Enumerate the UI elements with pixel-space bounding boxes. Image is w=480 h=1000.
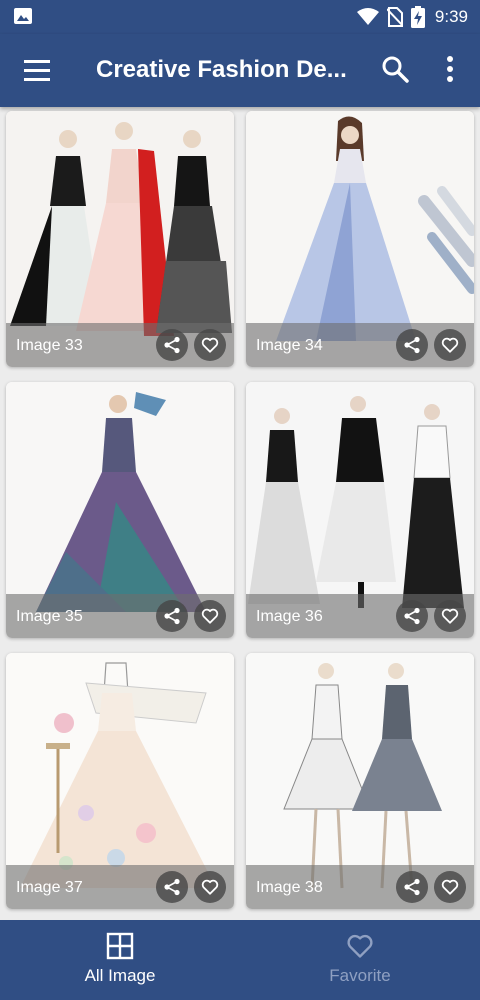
share-button[interactable] xyxy=(396,871,428,903)
app-bar: Creative Fashion De... xyxy=(0,34,480,107)
nav-all-image[interactable]: All Image xyxy=(0,920,240,1000)
battery-charging-icon xyxy=(410,6,425,28)
share-icon xyxy=(164,607,180,625)
share-button[interactable] xyxy=(156,871,188,903)
heart-outline-icon xyxy=(201,879,219,895)
status-bar: 9:39 xyxy=(0,0,480,34)
heart-outline-icon xyxy=(441,608,459,624)
share-button[interactable] xyxy=(156,600,188,632)
share-button[interactable] xyxy=(396,329,428,361)
image-card[interactable]: Image 37 xyxy=(6,653,234,909)
nav-favorite-label: Favorite xyxy=(329,966,391,985)
favorite-button[interactable] xyxy=(434,329,466,361)
status-time: 9:39 xyxy=(434,7,468,26)
image-label: Image 34 xyxy=(256,337,323,354)
wifi-icon xyxy=(356,8,379,25)
heart-outline-icon xyxy=(201,337,219,353)
share-button[interactable] xyxy=(396,600,428,632)
image-grid: Image 33 Image 34 Image 35 Image 36 Imag… xyxy=(0,107,480,920)
search-icon xyxy=(382,56,409,83)
image-label: Image 36 xyxy=(256,608,323,625)
heart-outline-icon xyxy=(441,337,459,353)
more-options-button[interactable] xyxy=(438,54,462,84)
image-card[interactable]: Image 36 xyxy=(246,382,474,638)
search-button[interactable] xyxy=(380,54,410,84)
share-icon xyxy=(164,878,180,896)
bottom-navigation: All Image Favorite xyxy=(0,920,480,1000)
heart-outline-icon xyxy=(441,879,459,895)
image-card[interactable]: Image 33 xyxy=(6,111,234,367)
heart-outline-icon xyxy=(347,934,373,958)
image-card[interactable]: Image 38 xyxy=(246,653,474,909)
no-sim-icon xyxy=(386,7,403,27)
menu-button[interactable] xyxy=(20,54,54,88)
favorite-button[interactable] xyxy=(434,600,466,632)
favorite-button[interactable] xyxy=(434,871,466,903)
menu-icon xyxy=(24,60,50,81)
image-card[interactable]: Image 34 xyxy=(246,111,474,367)
share-icon xyxy=(404,336,420,354)
grid-icon xyxy=(106,932,134,960)
share-button[interactable] xyxy=(156,329,188,361)
favorite-button[interactable] xyxy=(194,329,226,361)
share-icon xyxy=(164,336,180,354)
nav-favorite[interactable]: Favorite xyxy=(240,920,480,1000)
image-label: Image 33 xyxy=(16,337,83,354)
heart-outline-icon xyxy=(201,608,219,624)
image-label: Image 35 xyxy=(16,608,83,625)
image-icon xyxy=(14,8,32,24)
image-card[interactable]: Image 35 xyxy=(6,382,234,638)
app-title: Creative Fashion De... xyxy=(96,56,347,83)
share-icon xyxy=(404,878,420,896)
favorite-button[interactable] xyxy=(194,871,226,903)
share-icon xyxy=(404,607,420,625)
favorite-button[interactable] xyxy=(194,600,226,632)
image-label: Image 37 xyxy=(16,879,83,896)
nav-all-image-label: All Image xyxy=(84,966,156,985)
more-vert-icon xyxy=(447,56,453,82)
image-label: Image 38 xyxy=(256,879,323,896)
